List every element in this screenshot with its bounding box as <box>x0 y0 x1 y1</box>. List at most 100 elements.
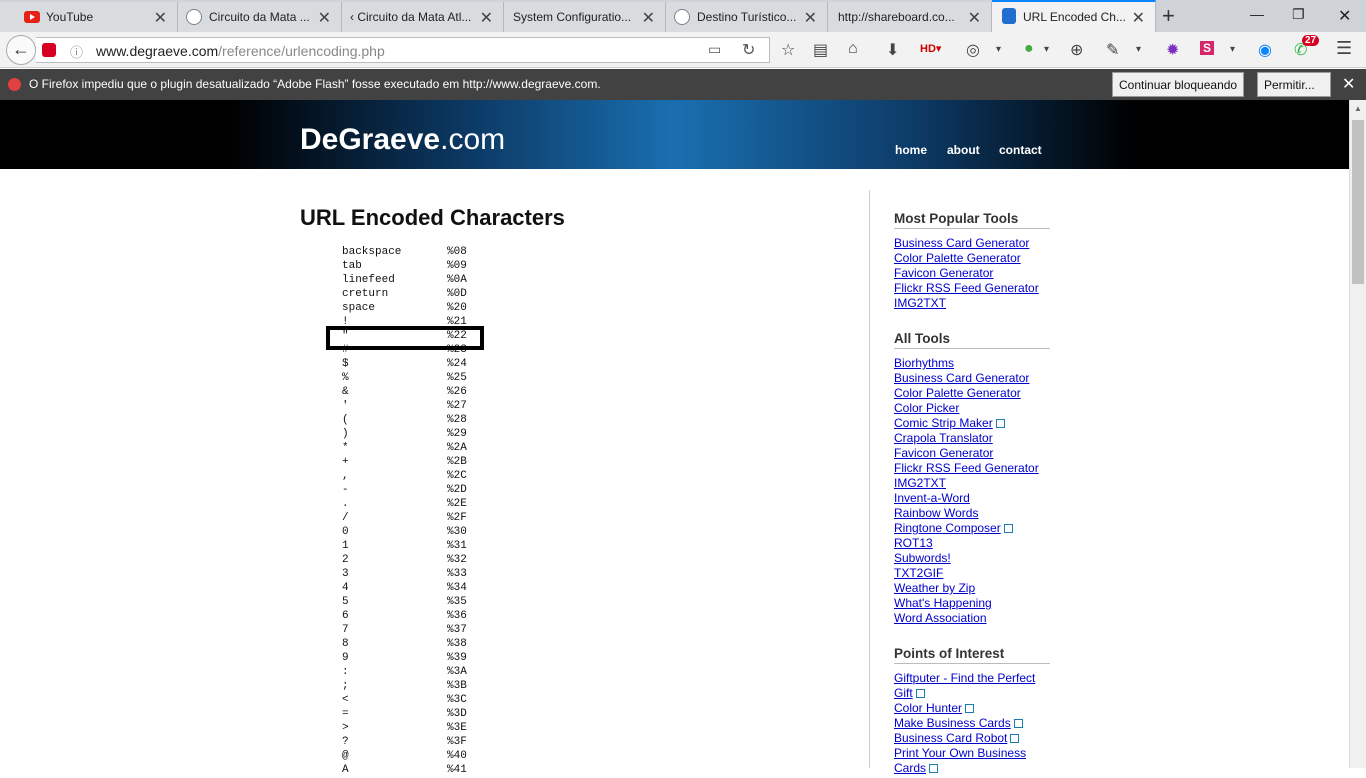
nav-contact[interactable]: contact <box>999 143 1042 157</box>
menu-icon[interactable]: ☰ <box>1336 38 1352 59</box>
nav-home[interactable]: home <box>895 143 927 157</box>
bookmark-star-icon[interactable]: ☆ <box>781 40 795 60</box>
close-icon[interactable]: ✕ <box>968 8 981 28</box>
sidebar-link[interactable]: Comic Strip Maker <box>894 416 1039 431</box>
minimize-button[interactable]: — <box>1250 6 1264 22</box>
new-tab-button[interactable]: + <box>1162 3 1175 29</box>
tab-circuito-2[interactable]: ‹ Circuito da Mata Atl... ✕ <box>342 2 504 32</box>
restore-button[interactable]: ❐ <box>1292 6 1305 23</box>
degraeve-favicon-icon <box>1002 8 1016 24</box>
scrollbar-thumb[interactable] <box>1352 120 1364 284</box>
extension-purple-icon[interactable]: ✹ <box>1166 40 1179 60</box>
download-icon[interactable]: ⬇ <box>886 40 899 60</box>
url-bar[interactable]: ⓘ www.degraeve.com/reference/urlencoding… <box>36 37 770 63</box>
character-name: ) <box>342 428 349 440</box>
sidebar-link[interactable]: Weather by Zip <box>894 581 1039 596</box>
sidebar-link[interactable]: Favicon Generator <box>894 446 1039 461</box>
sidebar-link[interactable]: What's Happening <box>894 596 1039 611</box>
close-icon[interactable]: ✕ <box>804 8 817 28</box>
site-logo[interactable]: DeGraeve.com <box>300 123 505 157</box>
sidebar-link[interactable]: Color Hunter <box>894 701 1035 716</box>
sidebar-link[interactable]: Giftputer - Find the Perfect <box>894 671 1035 686</box>
sidebar-link[interactable]: Business Card Robot <box>894 731 1035 746</box>
encoding-row: linefeed %0A <box>342 274 482 288</box>
notification-text: O Firefox impediu que o plugin desatuali… <box>29 77 601 91</box>
allow-button[interactable]: Permitir... <box>1257 72 1331 97</box>
sidebar-link[interactable]: Crapola Translator <box>894 431 1039 446</box>
site-header: DeGraeve.com home about contact <box>0 100 1349 169</box>
character-name: % <box>342 372 349 384</box>
sidebar-link-label: ROT13 <box>894 536 933 550</box>
sidebar-link[interactable]: Print Your Own Business <box>894 746 1035 761</box>
close-icon[interactable]: ✕ <box>1342 74 1355 94</box>
sidebar-link[interactable]: Business Card Generator <box>894 236 1039 251</box>
sidebar-link[interactable]: Color Palette Generator <box>894 386 1039 401</box>
tab-shareboard[interactable]: http://shareboard.co... ✕ <box>828 2 992 32</box>
sidebar-link[interactable]: Flickr RSS Feed Generator <box>894 461 1039 476</box>
close-icon[interactable]: ✕ <box>154 8 167 28</box>
sidebar-link[interactable]: Invent-a-Word <box>894 491 1039 506</box>
tab-system-config[interactable]: System Configuratio... ✕ <box>504 2 666 32</box>
sidebar-link[interactable]: Cards <box>894 761 1035 776</box>
encoding-row: 5 %35 <box>342 596 482 610</box>
reload-icon[interactable]: ↻ <box>742 40 755 60</box>
dropdown-arrow-icon[interactable]: ▾ <box>1230 44 1235 55</box>
encoding-row: < %3C <box>342 694 482 708</box>
tab-circuito-1[interactable]: Circuito da Mata ... ✕ <box>178 2 342 32</box>
sidebar-link-label: IMG2TXT <box>894 476 947 490</box>
sidebar-heading-popular: Most Popular Tools <box>894 211 1050 229</box>
sidebar-link[interactable]: Color Palette Generator <box>894 251 1039 266</box>
tab-url-encoded[interactable]: URL Encoded Ch... ✕ <box>992 0 1156 32</box>
close-icon[interactable]: ✕ <box>318 8 331 28</box>
sidebar-link[interactable]: Biorhythms <box>894 356 1039 371</box>
sidebar-link[interactable]: IMG2TXT <box>894 476 1039 491</box>
tab-youtube[interactable]: YouTube ✕ <box>0 2 178 32</box>
home-icon[interactable]: ⌂ <box>848 40 858 58</box>
sidebar-link[interactable]: Gift <box>894 686 1035 701</box>
page-scrollbar[interactable]: ▲ <box>1349 100 1366 768</box>
sidebar-link[interactable]: Ringtone Composer <box>894 521 1039 536</box>
messenger-icon[interactable]: ◉ <box>1258 40 1272 60</box>
encoding-row: & %26 <box>342 386 482 400</box>
zoom-icon[interactable]: ⊕ <box>1070 40 1083 60</box>
url-text[interactable]: www.degraeve.com/reference/urlencoding.p… <box>96 43 385 59</box>
points-of-interest-list: Giftputer - Find the Perfect Gift Color Hu… <box>894 671 1035 776</box>
close-icon[interactable]: ✕ <box>480 8 493 28</box>
sidebar-link[interactable]: Subwords! <box>894 551 1039 566</box>
encoding-row: - %2D <box>342 484 482 498</box>
reading-list-icon[interactable]: ▤ <box>813 40 828 60</box>
scroll-up-icon[interactable]: ▲ <box>1354 104 1362 113</box>
tab-destino[interactable]: Destino Turístico... ✕ <box>666 2 828 32</box>
close-icon[interactable]: ✕ <box>1132 8 1145 28</box>
extension-globe-icon[interactable]: ● <box>1024 40 1034 58</box>
info-icon[interactable]: ⓘ <box>70 42 83 61</box>
sidebar-link[interactable]: Make Business Cards <box>894 716 1035 731</box>
nav-about[interactable]: about <box>947 143 980 157</box>
plugin-notification-bar: O Firefox impediu que o plugin desatuali… <box>0 69 1366 100</box>
palette-icon[interactable]: ◎ <box>966 40 980 60</box>
dropdown-arrow-icon[interactable]: ▾ <box>996 44 1001 55</box>
plugin-blocked-icon[interactable] <box>42 43 56 57</box>
sidebar-link[interactable]: Business Card Generator <box>894 371 1039 386</box>
close-icon[interactable]: ✕ <box>642 8 655 28</box>
keep-blocking-button[interactable]: Continuar bloqueando <box>1112 72 1245 97</box>
sidebar-link[interactable]: Word Association <box>894 611 1039 626</box>
sidebar-link[interactable]: ROT13 <box>894 536 1039 551</box>
sidebar-link[interactable]: TXT2GIF <box>894 566 1039 581</box>
close-window-button[interactable]: ✕ <box>1338 6 1351 26</box>
dropdown-arrow-icon[interactable]: ▾ <box>1136 44 1141 55</box>
encoded-value: %25 <box>447 372 467 384</box>
sidebar-link[interactable]: IMG2TXT <box>894 296 1039 311</box>
back-button[interactable]: ← <box>6 35 36 65</box>
reader-view-icon[interactable]: ▭ <box>708 41 721 58</box>
sidebar-link[interactable]: Rainbow Words <box>894 506 1039 521</box>
hd-extension-icon[interactable]: HD▾ <box>920 42 941 55</box>
sidebar-link[interactable]: Color Picker <box>894 401 1039 416</box>
dropdown-arrow-icon[interactable]: ▾ <box>1044 44 1049 55</box>
encoded-value: %0A <box>447 274 467 286</box>
sidebar-link[interactable]: Flickr RSS Feed Generator <box>894 281 1039 296</box>
encoded-value: %3F <box>447 736 467 748</box>
sidebar-link[interactable]: Favicon Generator <box>894 266 1039 281</box>
extension-s-icon[interactable]: S <box>1200 41 1215 55</box>
eyedropper-icon[interactable]: ✎ <box>1106 40 1119 60</box>
